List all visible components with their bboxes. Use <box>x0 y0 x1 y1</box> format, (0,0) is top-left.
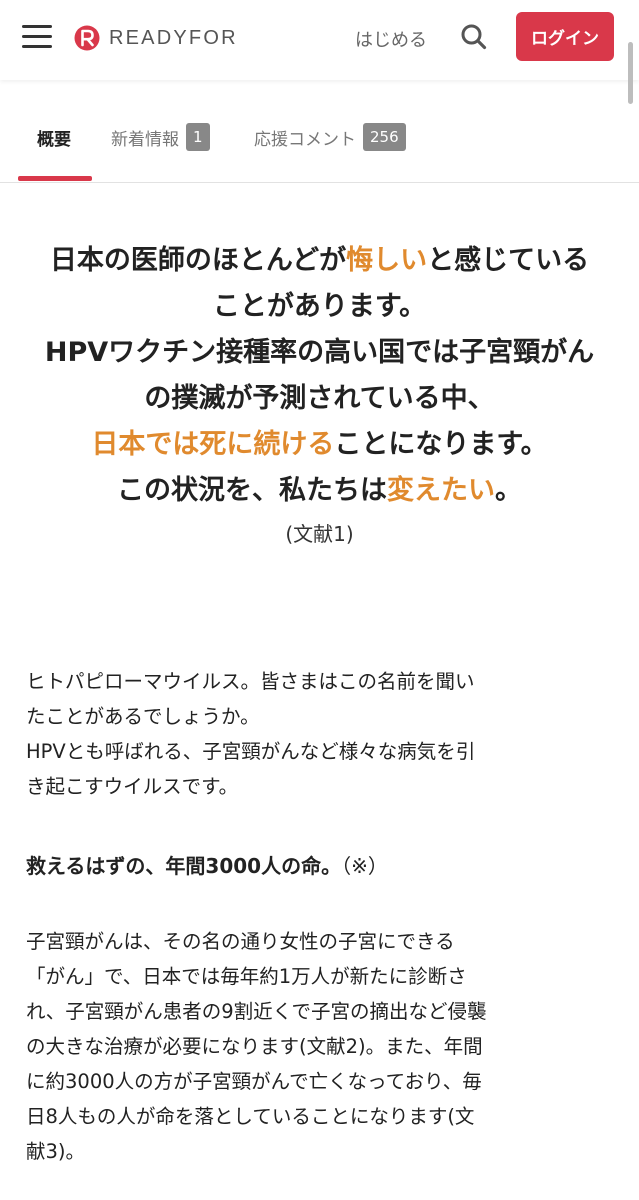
paragraph-line: れ、子宮頸がん患者の9割近くで子宮の摘出など侵襲 <box>26 1000 487 1023</box>
paragraph-line: たことがあるでしょうか。 <box>26 705 260 728</box>
project-tabs: 概要 新着情報 1 応援コメント 256 <box>0 100 639 183</box>
site-header: READYFOR はじめる ログイン <box>0 0 639 80</box>
paragraph-line: 「がん」で、日本では毎年約1万人が新たに診断さ <box>26 965 467 988</box>
comments-count-badge: 256 <box>363 123 406 151</box>
headline-text: ことになります。 <box>334 429 548 460</box>
paragraph-line: き起こすウイルスです。 <box>26 775 239 798</box>
headline-text: HPVワクチン接種率の高い国では子宮頸がん <box>44 337 595 368</box>
headline-text: 。 <box>495 475 522 506</box>
active-tab-indicator <box>18 176 92 181</box>
headline-text: の撲滅が予測されている中、 <box>144 383 495 414</box>
paragraph-line: HPVとも呼ばれる、子宮頸がんなど様々な病気を引 <box>26 740 476 763</box>
news-count-badge: 1 <box>186 123 210 151</box>
headline-highlight: 悔しい <box>346 245 428 276</box>
readyfor-logo[interactable]: READYFOR <box>74 24 238 52</box>
headline-text: この状況を、私たちは <box>117 475 387 506</box>
headline-text: と感じている <box>427 245 590 276</box>
intro-paragraph: ヒトパピローマウイルス。皆さまはこの名前を聞い たことがあるでしょうか。 HPV… <box>26 664 616 804</box>
brand-name: READYFOR <box>109 26 238 49</box>
cervical-cancer-paragraph: 子宮頸がんは、その名の通り女性の子宮にできる 「がん」で、日本では毎年約1万人が… <box>26 924 616 1169</box>
start-link[interactable]: はじめる <box>355 26 427 52</box>
tab-overview[interactable]: 概要 <box>37 122 71 152</box>
lead-headline: 日本の医師のほとんどが悔しいと感じている ことがあります。 HPVワクチン接種率… <box>14 238 625 514</box>
tab-comments-label: 応援コメント <box>254 129 356 150</box>
search-icon[interactable] <box>459 22 489 52</box>
tab-overview-label: 概要 <box>37 129 71 150</box>
section-heading: 救えるはずの、年間3000人の命。（※） <box>26 850 388 879</box>
paragraph-line: の大きな治療が必要になります(文献2)。また、年間 <box>26 1035 483 1058</box>
paragraph-line: ヒトパピローマウイルス。皆さまはこの名前を聞い <box>26 670 475 693</box>
reference-note: (文献1) <box>285 522 354 546</box>
tab-comments[interactable]: 応援コメント 256 <box>254 122 406 152</box>
tab-news-label: 新着情報 <box>111 129 179 150</box>
headline-highlight: 変えたい <box>387 475 495 506</box>
paragraph-line: 子宮頸がんは、その名の通り女性の子宮にできる <box>26 930 455 953</box>
section-heading-note: （※） <box>341 854 388 878</box>
paragraph-line: に約3000人の方が子宮頸がんで亡くなっており、毎 <box>26 1070 482 1093</box>
paragraph-line: 日8人もの人が命を落としていることになります(文 <box>26 1105 475 1128</box>
tab-news[interactable]: 新着情報 1 <box>111 122 210 152</box>
headline-highlight: 日本では死に続ける <box>91 429 335 460</box>
login-button[interactable]: ログイン <box>516 12 614 61</box>
headline-text: ことがあります。 <box>212 291 427 322</box>
hamburger-menu-icon[interactable] <box>22 22 54 52</box>
readyfor-logo-icon <box>74 25 100 51</box>
section-heading-text: 救えるはずの、年間3000人の命。 <box>26 854 342 878</box>
scrollbar[interactable] <box>628 42 633 104</box>
paragraph-line: 献3)。 <box>26 1140 86 1163</box>
headline-text: 日本の医師のほとんどが <box>49 245 347 276</box>
